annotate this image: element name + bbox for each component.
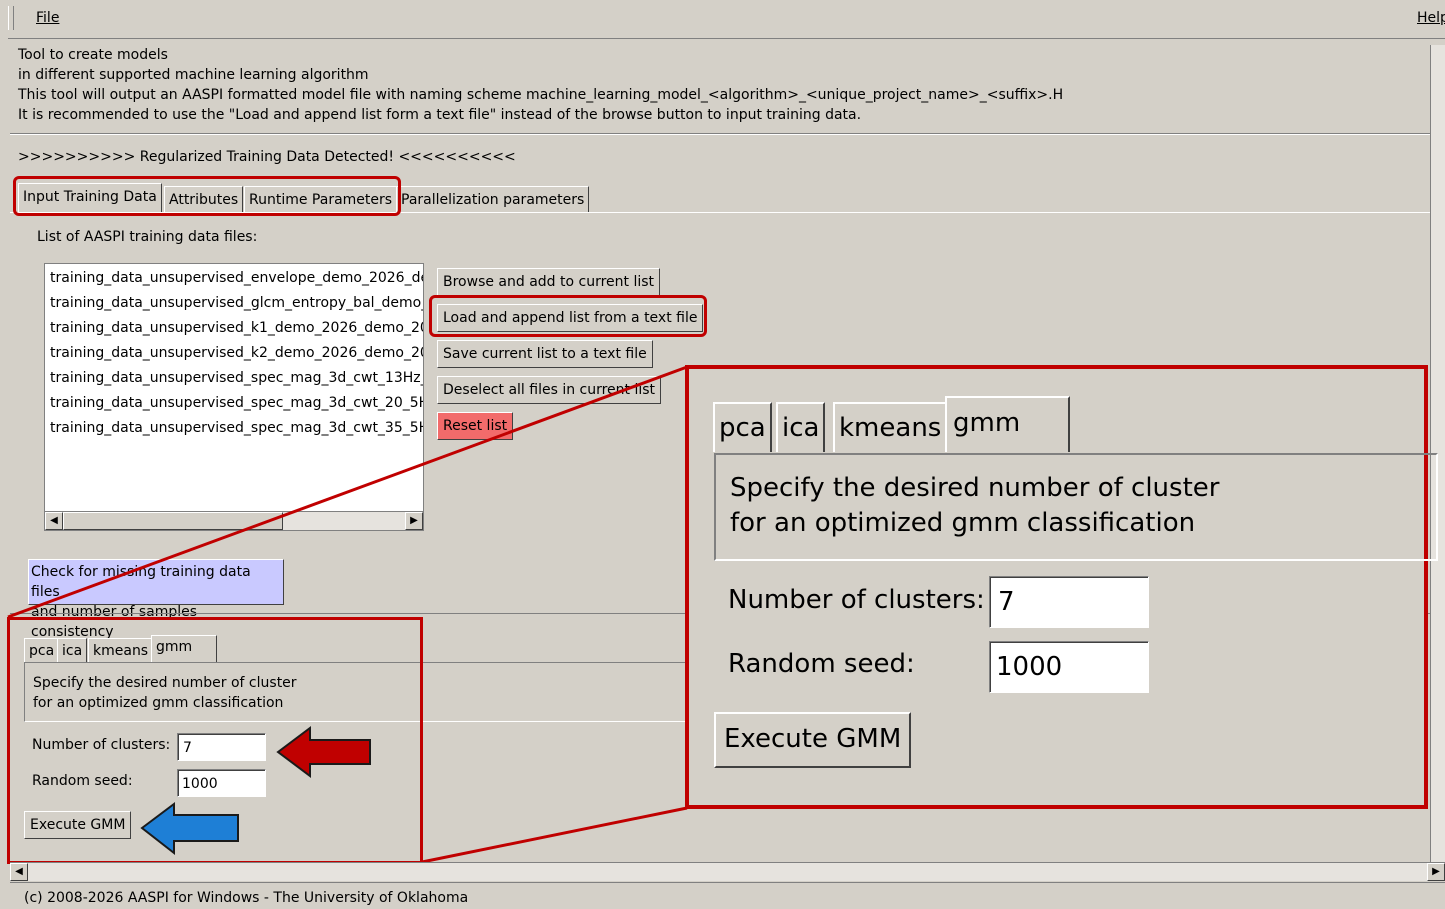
description-line-1: Tool to create models	[18, 47, 168, 63]
scroll-thumb[interactable]	[63, 512, 283, 530]
highlight-load-button	[429, 295, 707, 337]
status-text: (c) 2008-2026 AASPI for Windows - The Un…	[24, 890, 469, 906]
list-item[interactable]: training_data_unsupervised_envelope_demo…	[50, 270, 423, 286]
zoom-execute-gmm-button[interactable]: Execute GMM	[714, 712, 912, 768]
blue-arrow-icon	[140, 802, 239, 856]
training-files-listbox[interactable]: training_data_unsupervised_envelope_demo…	[44, 263, 424, 513]
menu-help[interactable]: Help	[1417, 10, 1445, 26]
menu-bar: File Help	[0, 0, 1445, 38]
zoom-tab-kmeans[interactable]: kmeans	[833, 402, 948, 452]
list-item[interactable]: training_data_unsupervised_spec_mag_3d_c…	[50, 370, 423, 386]
zoom-desc-line-1: Specify the desired number of cluster	[730, 473, 1220, 503]
list-item[interactable]: training_data_unsupervised_spec_mag_3d_c…	[50, 395, 423, 411]
scroll-right-icon[interactable]: ▶	[405, 512, 423, 530]
tab-parallelization-parameters[interactable]: Parallelization parameters	[396, 186, 590, 213]
reset-list-button[interactable]: Reset list	[437, 412, 514, 440]
check-consistency-button[interactable]: Check for missing training data files an…	[28, 559, 284, 640]
scroll-left-icon[interactable]: ◀	[45, 512, 63, 530]
training-files-label: List of AASPI training data files:	[37, 229, 258, 245]
list-horizontal-scrollbar[interactable]: ◀ ▶	[44, 511, 424, 531]
main-scroll-left-icon[interactable]: ◀	[10, 863, 28, 881]
separator	[10, 133, 1430, 135]
description-line-3: This tool will output an AASPI formatted…	[18, 87, 1064, 103]
zoom-tab-gmm[interactable]: gmm	[945, 396, 1071, 452]
menu-file[interactable]: File	[36, 10, 59, 26]
save-list-button[interactable]: Save current list to a text file	[437, 340, 653, 368]
main-horizontal-scrollbar[interactable]: ◀ ▶	[10, 862, 1445, 881]
check-button-line-1: Check for missing training data files	[31, 564, 251, 600]
description-line-4: It is recommended to use the "Load and a…	[18, 107, 862, 123]
red-arrow-icon	[276, 726, 371, 778]
deselect-all-button[interactable]: Deselect all files in current list	[437, 376, 662, 404]
regularized-detected-label: >>>>>>>>>> Regularized Training Data Det…	[18, 149, 516, 165]
highlight-main-tabs	[13, 176, 401, 216]
zoom-tab-row: pca ica kmeans gmm	[713, 396, 1071, 452]
zoom-tab-ica[interactable]: ica	[776, 402, 826, 452]
list-item[interactable]: training_data_unsupervised_spec_mag_3d_c…	[50, 420, 423, 436]
zoom-desc-line-2: for an optimized gmm classification	[730, 508, 1196, 538]
zoomed-gmm-panel: pca ica kmeans gmm Specify the desired n…	[685, 365, 1438, 809]
list-item[interactable]: training_data_unsupervised_k2_demo_2026_…	[50, 345, 423, 361]
main-scroll-right-icon[interactable]: ▶	[1427, 863, 1445, 881]
zoom-seed-input[interactable]: 1000	[989, 641, 1149, 693]
zoom-tab-pca[interactable]: pca	[713, 402, 772, 452]
list-item[interactable]: training_data_unsupervised_glcm_entropy_…	[50, 295, 423, 311]
zoom-seed-label: Random seed:	[728, 649, 915, 679]
zoom-clusters-label: Number of clusters:	[728, 585, 985, 615]
list-item[interactable]: training_data_unsupervised_k1_demo_2026_…	[50, 320, 423, 336]
description-line-2: in different supported machine learning …	[18, 67, 369, 83]
zoom-clusters-input[interactable]: 7	[989, 576, 1149, 628]
zoom-description-frame	[714, 453, 1438, 561]
browse-button[interactable]: Browse and add to current list	[437, 268, 661, 296]
menu-grip	[8, 6, 14, 30]
